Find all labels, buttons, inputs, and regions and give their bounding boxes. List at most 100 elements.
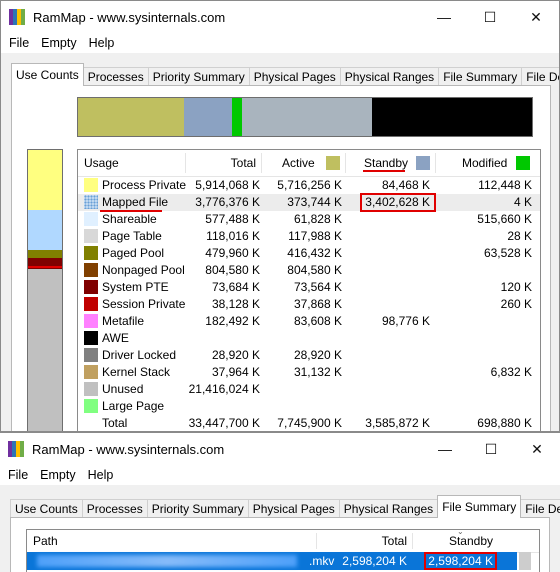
cell-standby xyxy=(346,262,430,279)
cell-standby: 84,468 K xyxy=(381,178,430,192)
usage-color-swatch xyxy=(84,348,98,362)
cell-active xyxy=(262,381,342,398)
usage-color-swatch xyxy=(84,314,98,328)
minimize-icon[interactable]: — xyxy=(422,433,468,465)
close-icon[interactable]: ✕ xyxy=(513,1,559,33)
table-row[interactable]: Nonpaged Pool 804,580 K 804,580 K xyxy=(78,262,540,279)
cell-active: 31,132 K xyxy=(293,365,342,379)
cell-modified xyxy=(436,347,532,364)
cell-total: 73,684 K xyxy=(211,280,260,294)
column-usage[interactable]: Usage xyxy=(78,150,186,176)
menu-bar: File Empty Help xyxy=(1,33,559,53)
usage-color-swatch xyxy=(84,280,98,294)
cell-active: 28,920 K xyxy=(293,348,342,362)
tab-priority-summary[interactable]: Priority Summary xyxy=(147,67,250,86)
cell-modified: 63,528 K xyxy=(483,246,532,260)
column-standby[interactable]: Standby xyxy=(346,150,436,176)
tab-file-summary[interactable]: File Summary xyxy=(437,495,522,518)
title-bar[interactable]: RamMap - www.sysinternals.com — ☐ ✕ xyxy=(1,1,559,33)
usage-color-swatch xyxy=(84,382,98,396)
cell-standby xyxy=(346,398,430,415)
table-row[interactable]: Process Private 5,914,068 K 5,716,256 K 84,… xyxy=(78,177,540,194)
tab-file-summary[interactable]: File Summary xyxy=(438,67,523,86)
cell-standby xyxy=(346,279,430,296)
tab-use-counts[interactable]: Use Counts xyxy=(11,63,84,86)
table-row[interactable]: AWE xyxy=(78,330,540,347)
usage-color-swatch xyxy=(84,263,98,277)
table-row[interactable]: Unused 21,416,024 K xyxy=(78,381,540,398)
usage-color-swatch xyxy=(84,365,98,379)
cell-standby: 98,776 K xyxy=(381,314,430,328)
cell-total: 577,488 K xyxy=(205,212,260,226)
cell-active xyxy=(262,398,342,415)
maximize-icon[interactable]: ☐ xyxy=(468,433,514,465)
usage-color-swatch xyxy=(84,246,98,260)
column-total[interactable]: Total xyxy=(180,150,262,176)
cell-total: 3,776,376 K xyxy=(195,195,260,209)
column-path[interactable]: Path xyxy=(27,530,317,552)
bar-segment-transition xyxy=(242,98,372,136)
column-total-2[interactable]: Total xyxy=(317,530,413,552)
usage-color-swatch xyxy=(84,212,98,226)
cell-standby xyxy=(346,364,430,381)
cell-total: 38,128 K xyxy=(211,297,260,311)
tab-physical-pages[interactable]: Physical Pages xyxy=(248,67,341,86)
table-row[interactable]: Mapped File 3,776,376 K 373,744 K 3,402,628… xyxy=(78,193,540,212)
table-row[interactable]: Total 33,447,700 K 7,745,900 K 3,585,872 K6… xyxy=(78,415,540,431)
active-color-swatch xyxy=(326,156,340,170)
sort-chevron-down-icon: ⌄ xyxy=(457,529,464,536)
tab-physical-pages[interactable]: Physical Pages xyxy=(247,499,340,518)
table-row[interactable]: Driver Locked 28,920 K 28,920 K xyxy=(78,347,540,364)
menu-file[interactable]: File xyxy=(2,468,34,482)
standby-header-underline xyxy=(363,170,405,172)
tab-priority-summary[interactable]: Priority Summary xyxy=(146,499,249,518)
cell-modified xyxy=(436,398,532,415)
table-row[interactable]: Kernel Stack 37,964 K 31,132 K 6,832 K xyxy=(78,364,540,381)
tab-physical-ranges[interactable]: Physical Ranges xyxy=(338,499,439,518)
cell-total: 33,447,700 K xyxy=(188,416,260,430)
menu-help[interactable]: Help xyxy=(83,36,121,50)
cell-total: 28,920 K xyxy=(211,348,260,362)
table-row[interactable]: Session Private 38,128 K 37,868 K 260 K xyxy=(78,296,540,313)
table-row[interactable]: Large Page xyxy=(78,398,540,415)
table-row[interactable]: System PTE 73,684 K 73,564 K 120 K xyxy=(78,279,540,296)
tab-physical-ranges[interactable]: Physical Ranges xyxy=(339,67,440,86)
standby-value-highlight xyxy=(360,193,436,212)
cell-active: 83,608 K xyxy=(293,314,342,328)
maximize-icon[interactable]: ☐ xyxy=(467,1,513,33)
menu-file[interactable]: File xyxy=(3,36,35,50)
cell-modified: 4 K xyxy=(513,195,532,209)
column-standby-2[interactable]: ⌄ Standby xyxy=(413,530,499,552)
minimize-icon[interactable]: — xyxy=(421,1,467,33)
menu-empty[interactable]: Empty xyxy=(35,36,82,50)
use-counts-table: Usage Total Active Standby Modified Proc… xyxy=(77,149,541,431)
cell-total: 118,016 K xyxy=(206,229,260,243)
table-row[interactable]: Paged Pool 479,960 K 416,432 K 63,528 K xyxy=(78,245,540,262)
cell-modified: 120 K xyxy=(500,280,532,294)
cell-standby xyxy=(346,296,430,313)
column-active[interactable]: Active xyxy=(262,150,346,176)
tab-use-counts[interactable]: Use Counts xyxy=(10,499,83,518)
cell-active: 416,432 K xyxy=(287,246,342,260)
tab-processes[interactable]: Processes xyxy=(82,67,149,86)
column-modified[interactable]: Modified xyxy=(436,150,540,176)
tab-processes[interactable]: Processes xyxy=(81,499,148,518)
menu-empty[interactable]: Empty xyxy=(34,468,81,482)
cell-standby: 3,585,872 K xyxy=(365,416,430,430)
table-row[interactable]: Shareable 577,488 K 61,828 K 515,660 K xyxy=(78,211,540,228)
cell-active: 73,564 K xyxy=(293,280,342,294)
table-row[interactable]: Metafile 182,492 K 83,608 K 98,776 K xyxy=(78,313,540,330)
close-icon[interactable]: ✕ xyxy=(514,433,560,465)
table-row-selected[interactable]: .mkv 2,598,204 K 2,598,204 K xyxy=(27,552,517,570)
table-row[interactable]: Page Table 118,016 K 117,988 K 28 K xyxy=(78,228,540,245)
usage-color-swatch xyxy=(84,178,98,192)
cell-total: 804,580 K xyxy=(205,263,260,277)
stack-highlight-line xyxy=(28,266,62,268)
tab-file-details[interactable]: File Details xyxy=(520,499,560,518)
tab-file-details[interactable]: File Details xyxy=(521,67,559,86)
title-bar-2[interactable]: RamMap - www.sysinternals.com — ☐ ✕ xyxy=(0,433,560,465)
menu-help[interactable]: Help xyxy=(82,468,120,482)
vertical-scrollbar[interactable] xyxy=(519,552,531,570)
stack-mapped-file xyxy=(28,210,62,250)
stack-unused xyxy=(28,269,62,431)
